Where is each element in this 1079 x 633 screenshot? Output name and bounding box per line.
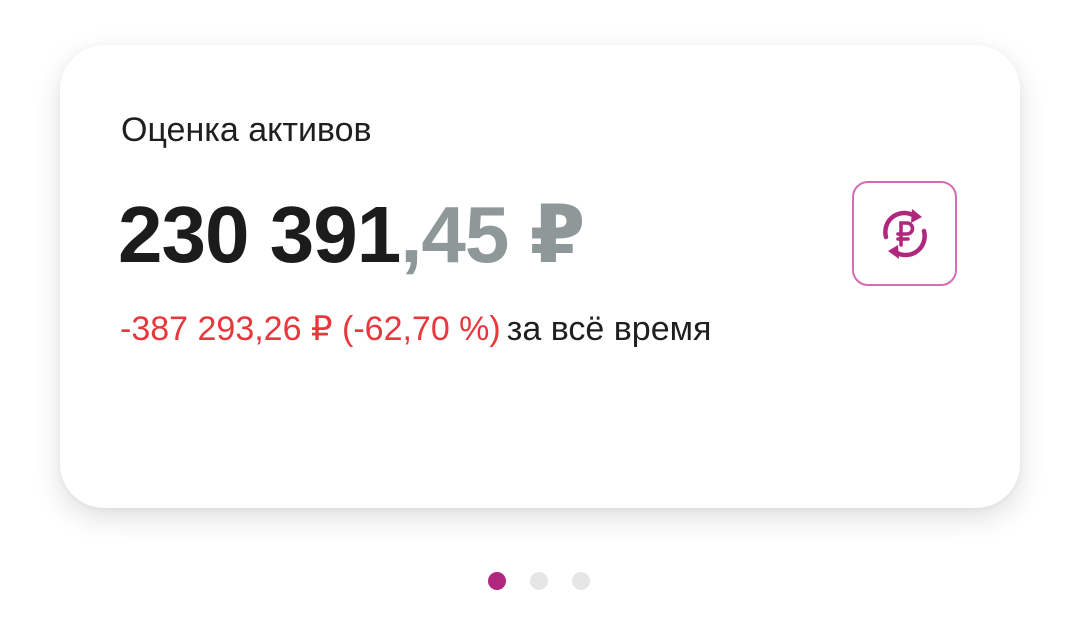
pagination-dots	[488, 572, 592, 590]
currency-exchange-ruble-icon	[882, 208, 927, 259]
pagination-dot-1[interactable]	[488, 572, 506, 590]
change-summary: -387 293,26 ₽ (-62,70 %) за всё время	[120, 312, 711, 346]
currency-exchange-button[interactable]	[852, 181, 957, 286]
change-period: за всё время	[506, 310, 712, 348]
amount-fraction: ,45 ₽	[400, 190, 585, 279]
card-title: Оценка активов	[121, 111, 372, 149]
change-value: -387 293,26 ₽ (-62,70 %)	[120, 310, 501, 348]
total-amount: 230 391,45 ₽	[118, 195, 585, 275]
pagination-dot-2[interactable]	[530, 572, 548, 590]
amount-integer: 230 391	[118, 190, 401, 279]
pagination-dot-3[interactable]	[572, 572, 590, 590]
asset-valuation-card: Оценка активов 230 391,45 ₽ -387 293,26 …	[60, 45, 1020, 508]
